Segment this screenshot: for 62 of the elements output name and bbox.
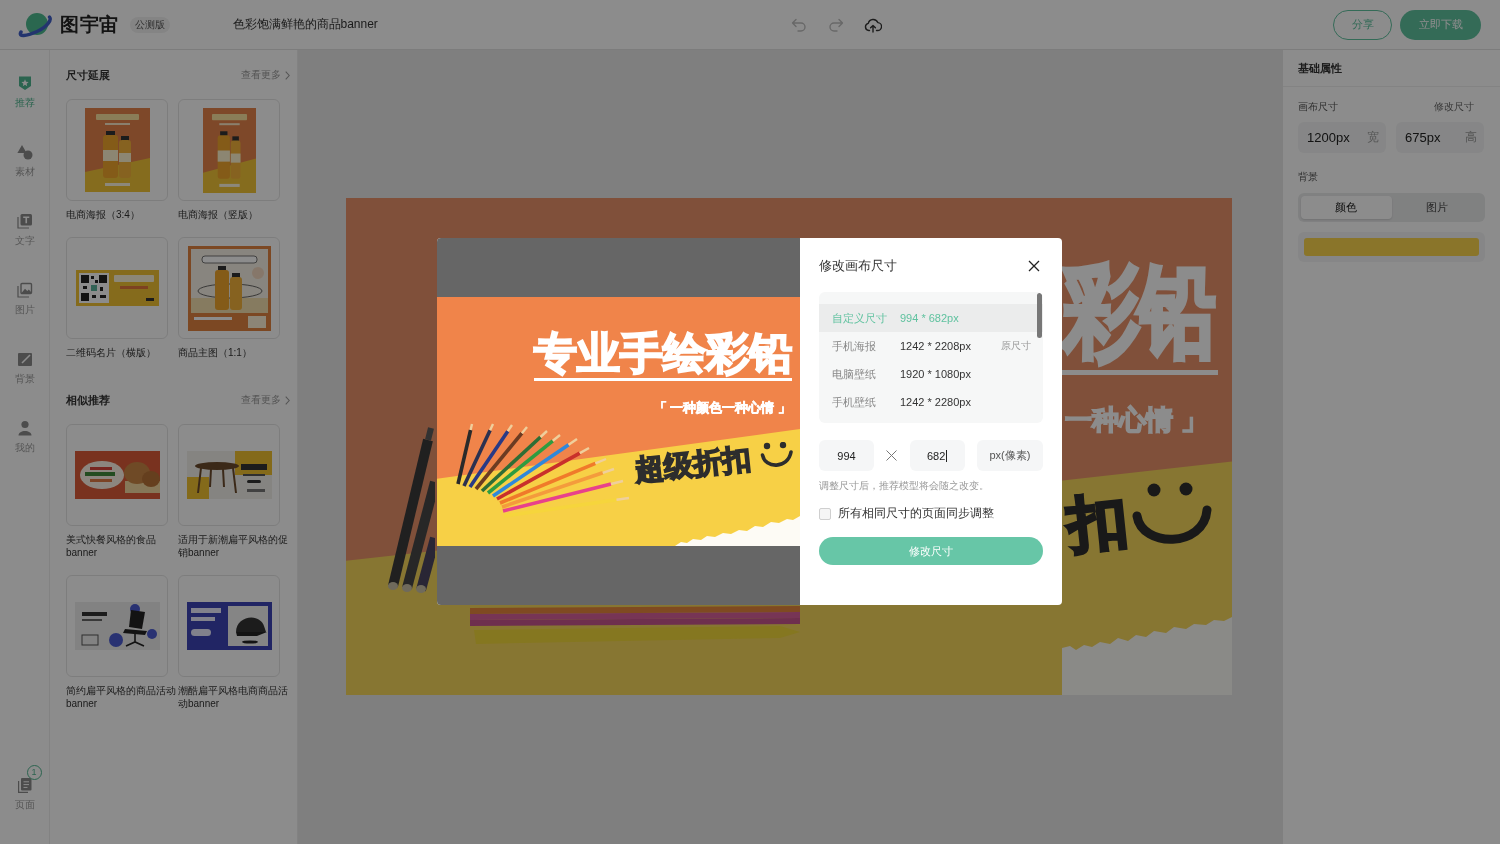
document-icon [16,777,33,793]
page-count-badge: 1 [26,765,42,780]
banner-slogan: 「 一种颜色一种心情 」 [653,400,791,416]
image-icon [16,282,33,298]
size-preset-option[interactable]: 手机壁纸 1242 * 2280px [819,388,1043,416]
dialog-title: 修改画布尺寸 [819,257,897,275]
color-picker-field[interactable] [1298,232,1485,262]
size-preset-option[interactable]: 手机海报 1242 * 2208px 原尺寸 [819,332,1043,360]
size-preset-option[interactable]: 自定义尺寸 994 * 682px [819,304,1043,332]
template-card[interactable] [66,424,168,526]
banner-discount-text: 扣 [1064,485,1132,561]
template-label: 潮酷扁平风格电商商品活动banner [178,684,289,710]
download-button[interactable]: 立即下载 [1400,9,1481,40]
document-title[interactable]: 色彩饱满鲜艳的商品banner [232,16,378,33]
section-title: 尺寸延展 [66,67,110,83]
width-input[interactable]: 994 [819,440,874,471]
hint-text: 调整尺寸后，推荐模型将会随之改变。 [819,479,990,493]
smiley-icon [760,442,793,470]
rail-tab[interactable]: 推荐 [4,75,45,144]
resize-link[interactable]: 修改尺寸 [1434,100,1474,114]
template-label: 电商海报（3:4） [66,208,141,221]
close-icon[interactable] [1028,260,1040,272]
unit-dropdown[interactable]: px(像素) [977,440,1043,471]
panel-title: 基础属性 [1283,50,1500,87]
template-label: 商品主图（1:1） [178,346,253,359]
chevron-right-icon [285,70,290,80]
logo-icon [17,11,53,38]
edition-badge: 公测版 [129,16,170,33]
field-label: 背景 [1298,170,1319,184]
shield-star-icon [16,75,33,91]
segment-tab[interactable]: 颜色 [1301,196,1392,219]
text-icon [16,213,33,229]
template-label: 适用于新潮扁平风格的促销banner [178,533,289,559]
banner-headline: 专业手绘彩铅 [534,328,792,381]
segment-tab[interactable]: 图片 [1391,196,1482,219]
size-preset-option[interactable]: 电脑壁纸 1920 * 1080px [819,360,1043,388]
resize-button[interactable]: 修改尺寸 [819,537,1043,565]
multiply-icon [886,450,898,461]
chevron-right-icon [285,395,290,405]
field-label: 画布尺寸 [1298,100,1338,114]
smiley-icon [1132,482,1212,546]
template-card[interactable] [66,237,168,339]
scrollbar[interactable] [1037,293,1042,338]
template-card[interactable] [178,424,280,526]
share-button[interactable]: 分享 [1333,9,1392,40]
shapes-icon [16,144,33,160]
template-label: 二维码名片（横版） [66,346,157,359]
banner-discount-text: 超级折扣 [633,441,753,487]
banner-slogan: 一种心情 」 [1065,404,1208,437]
template-label: 美式快餐风格的食品banner [66,533,157,559]
template-label: 简约扁平风格的商品活动banner [66,684,177,710]
edit-square-icon [16,351,33,367]
template-card[interactable] [66,575,168,677]
height-input[interactable]: 682 [909,440,965,471]
template-card[interactable] [178,575,280,677]
user-icon [16,420,33,436]
checkbox-label[interactable]: 所有相同尺寸的页面同步调整 [838,507,994,520]
checkbox[interactable] [819,507,831,520]
banner-headline: 彩铅 [1063,262,1216,363]
section-title: 相似推荐 [66,392,110,408]
template-label: 电商海报（竖版） [178,208,259,221]
logo-text: 图宇宙 [60,12,119,37]
